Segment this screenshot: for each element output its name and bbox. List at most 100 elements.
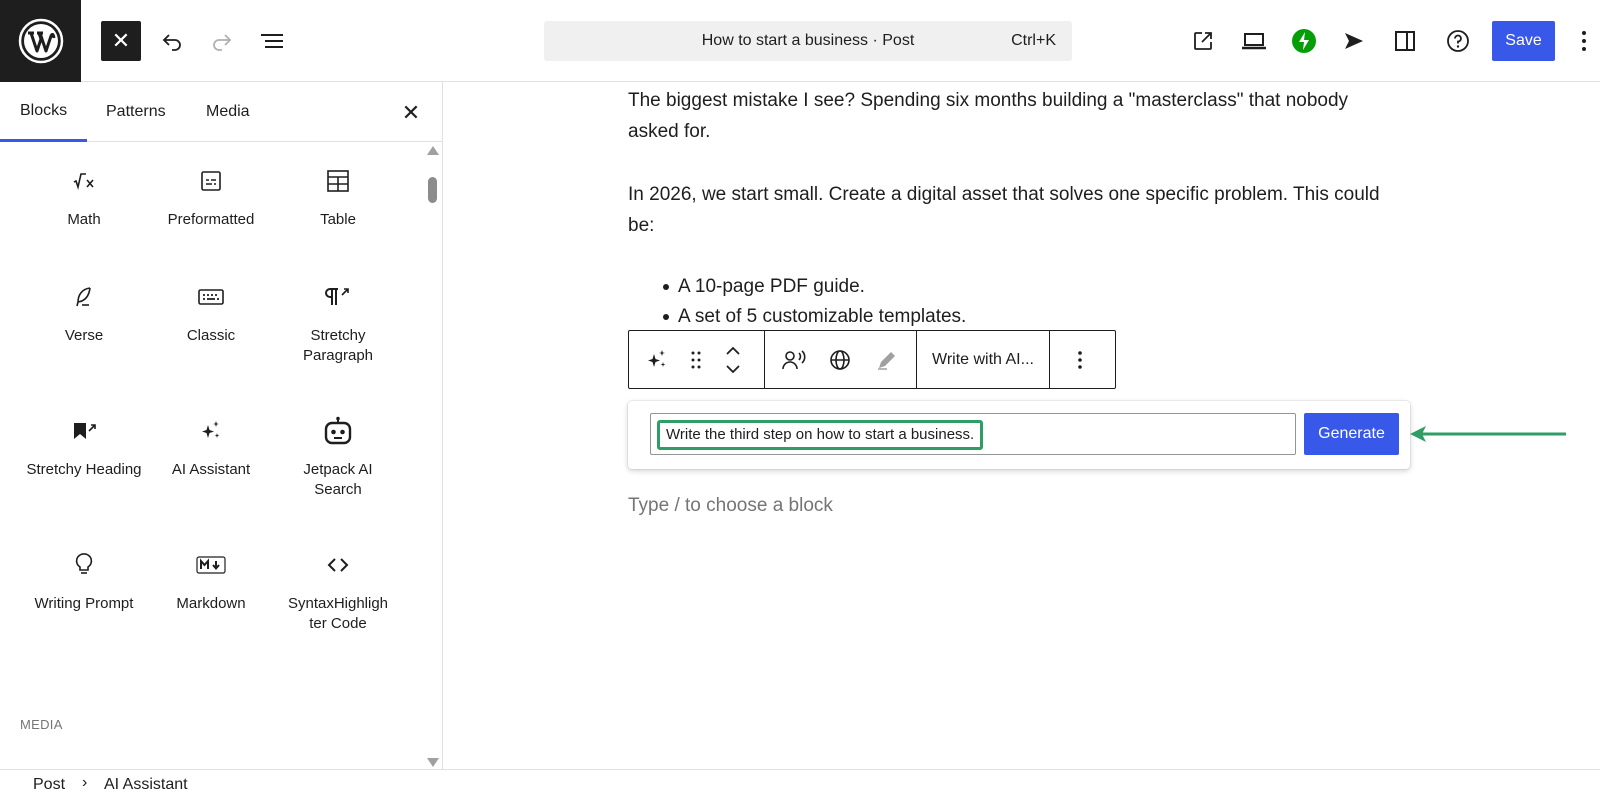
block-writing-prompt[interactable]: Writing Prompt: [24, 550, 144, 614]
jetpack-icon: [1292, 29, 1316, 53]
block-label: Stretchy Paragraph: [302, 327, 374, 364]
block-label: Markdown: [176, 595, 246, 612]
block-verse[interactable]: Verse: [24, 282, 144, 346]
speak-tone-button[interactable]: [774, 331, 814, 388]
inserter-tabs: Blocks Patterns Media ✕: [0, 82, 442, 142]
chevron-down-icon[interactable]: [725, 364, 741, 374]
publish-send-button[interactable]: [1334, 21, 1374, 61]
block-toolbar: Write with AI...: [628, 330, 1116, 389]
block-label: Table: [320, 211, 356, 228]
lightbulb-icon: [24, 550, 144, 580]
list-block[interactable]: A 10-page PDF guide. A set of 5 customiz…: [628, 272, 1398, 332]
code-icon: [278, 550, 398, 580]
ai-block-button[interactable]: [629, 331, 685, 388]
math-icon: [24, 166, 144, 196]
breadcrumb: Post › AI Assistant: [0, 769, 1600, 799]
speaking-person-icon: [782, 349, 806, 369]
ai-prompt-input[interactable]: Write the third step on how to start a b…: [650, 413, 1296, 455]
ai-prompt-panel: Write the third step on how to start a b…: [628, 401, 1410, 469]
sparkles-icon: [648, 349, 666, 367]
chevron-up-icon[interactable]: [725, 346, 741, 356]
block-math[interactable]: Math: [24, 166, 144, 230]
list-view-icon: [261, 34, 283, 48]
undo-button[interactable]: [152, 21, 192, 61]
toolbar-group-write-ai: Write with AI...: [917, 331, 1050, 388]
drag-handle-icon: [691, 351, 701, 368]
keyboard-icon: [151, 282, 271, 312]
annotation-arrow-icon: [1410, 426, 1566, 442]
block-syntax-highlighter[interactable]: SyntaxHighligh ter Code: [278, 550, 398, 634]
bookmark-icon: [24, 416, 144, 446]
robot-icon: [278, 416, 398, 446]
translate-button[interactable]: [820, 331, 860, 388]
scroll-up-icon[interactable]: [427, 146, 439, 155]
block-table[interactable]: Table: [278, 166, 398, 230]
close-panel-button[interactable]: ✕: [396, 98, 426, 128]
settings-sidebar-button[interactable]: [1385, 21, 1425, 61]
save-button[interactable]: Save: [1492, 21, 1555, 61]
ai-prompt-value[interactable]: Write the third step on how to start a b…: [657, 420, 984, 450]
block-label: Preformatted: [167, 211, 255, 228]
command-palette-button[interactable]: How to start a business · Post Ctrl+K: [544, 21, 1072, 61]
jetpack-button[interactable]: [1284, 21, 1324, 61]
scroll-down-icon[interactable]: [427, 758, 439, 767]
block-options-button[interactable]: [1060, 331, 1100, 388]
block-markdown[interactable]: Markdown: [151, 550, 271, 614]
block-jetpack-ai-search[interactable]: Jetpack AI Search: [278, 416, 398, 500]
block-inserter-panel: Blocks Patterns Media ✕ Math Preformatte…: [0, 82, 443, 769]
paragraph-block[interactable]: In 2026, we start small. Create a digita…: [628, 179, 1398, 241]
list-item[interactable]: A set of 5 customizable templates.: [628, 302, 1398, 332]
block-stretchy-heading[interactable]: Stretchy Heading: [24, 416, 144, 480]
send-icon: [1345, 33, 1363, 49]
generate-button[interactable]: Generate: [1304, 413, 1399, 455]
edit-button[interactable]: [867, 331, 907, 388]
block-stretchy-paragraph[interactable]: Stretchy Paragraph: [278, 282, 398, 366]
globe-icon: [830, 349, 851, 370]
more-vertical-icon: [1582, 31, 1586, 51]
close-icon: ✕: [401, 100, 421, 125]
breadcrumb-ai-assistant[interactable]: AI Assistant: [104, 776, 188, 794]
tab-media[interactable]: Media: [186, 82, 270, 142]
close-icon: ✕: [111, 28, 131, 53]
help-icon: [1447, 30, 1469, 52]
media-section-heading: MEDIA: [20, 717, 63, 732]
tab-patterns[interactable]: Patterns: [86, 82, 186, 142]
feather-icon: [24, 282, 144, 312]
pencil-icon: [877, 351, 895, 370]
block-preformatted[interactable]: Preformatted: [151, 166, 271, 230]
redo-button[interactable]: [202, 21, 242, 61]
sidebar-scrollbar[interactable]: [424, 142, 441, 769]
list-item[interactable]: A 10-page PDF guide.: [628, 272, 1398, 302]
block-placeholder[interactable]: Type / to choose a block: [628, 495, 833, 517]
editor-app: ✕ How to start a business · Post Ctrl+K: [0, 0, 1600, 799]
wordpress-icon: [18, 18, 63, 64]
drag-handle[interactable]: [685, 331, 707, 388]
close-inserter-button[interactable]: ✕: [101, 21, 141, 61]
paragraph-block[interactable]: The biggest mistake I see? Spending six …: [628, 85, 1398, 147]
sparkles-icon: [151, 416, 271, 446]
sidebar-toggle-icon: [1395, 31, 1415, 51]
preview-button[interactable]: [1234, 21, 1274, 61]
wordpress-logo-button[interactable]: [0, 0, 81, 82]
scroll-thumb[interactable]: [428, 177, 437, 203]
laptop-icon: [1242, 33, 1266, 50]
post-title: How to start a business · Post: [701, 32, 915, 49]
document-overview-button[interactable]: [252, 21, 292, 61]
options-menu-button[interactable]: [1574, 21, 1594, 61]
view-post-button[interactable]: [1183, 21, 1223, 61]
toolbar-group-options: [1050, 331, 1110, 388]
write-with-ai-button[interactable]: Write with AI...: [917, 331, 1049, 388]
chevron-right-icon: ›: [82, 774, 88, 791]
block-label: Writing Prompt: [34, 595, 134, 612]
block-ai-assistant[interactable]: AI Assistant: [151, 416, 271, 480]
block-label: Math: [67, 211, 101, 228]
preformatted-icon: [151, 166, 271, 196]
block-label: Classic: [186, 327, 236, 344]
help-button[interactable]: [1438, 21, 1478, 61]
breadcrumb-post[interactable]: Post: [33, 776, 65, 794]
redo-icon: [213, 34, 232, 51]
move-block-buttons[interactable]: [707, 331, 759, 388]
block-classic[interactable]: Classic: [151, 282, 271, 346]
block-label: Jetpack AI Search: [303, 461, 373, 498]
tab-blocks[interactable]: Blocks: [0, 82, 88, 142]
